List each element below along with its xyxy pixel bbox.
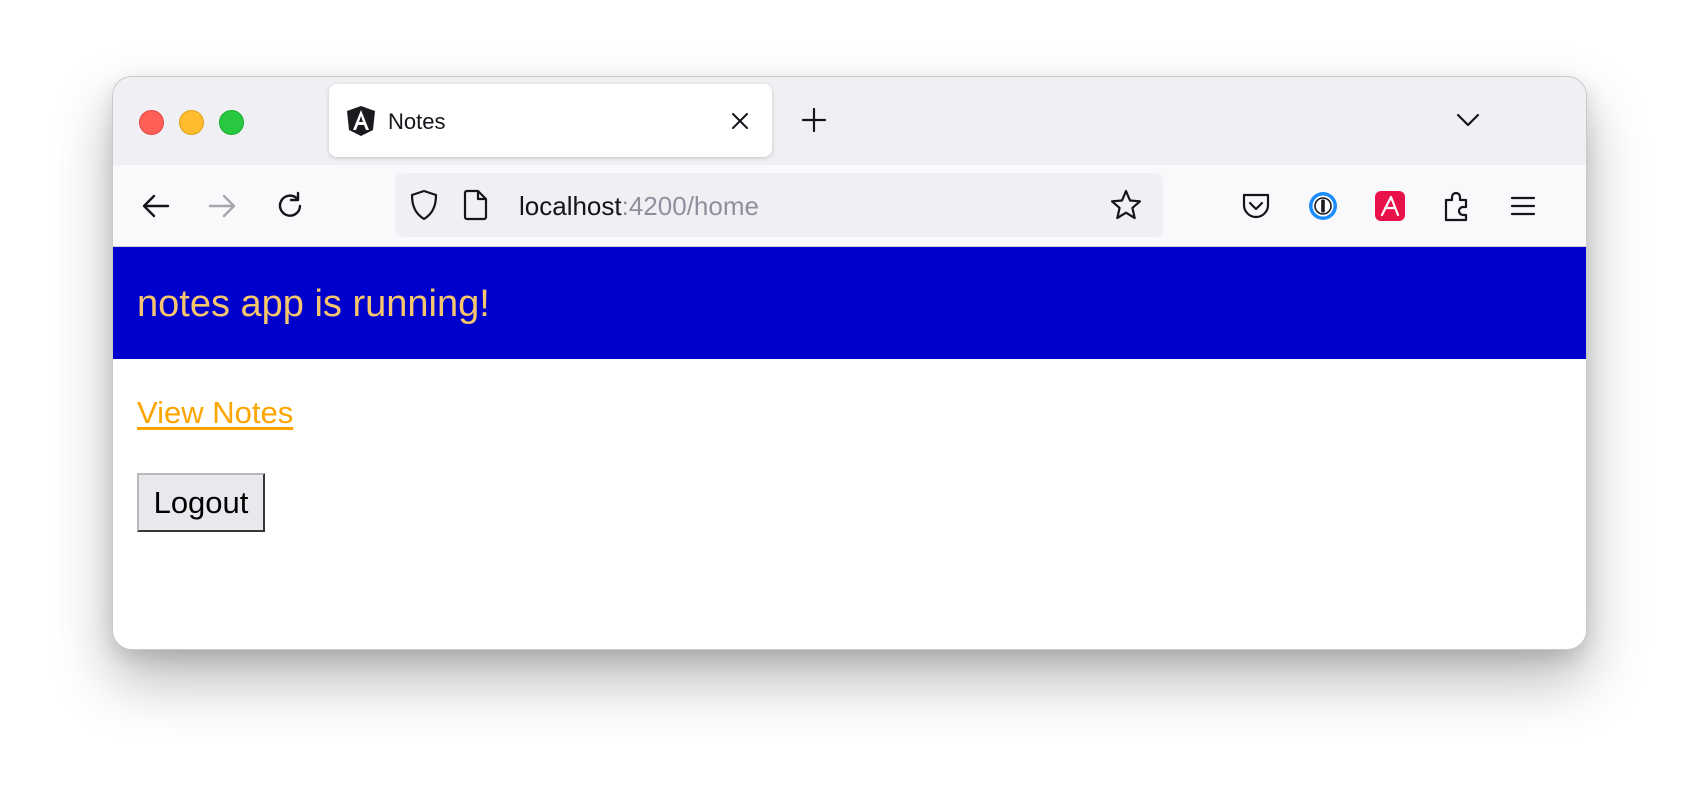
navigation-toolbar: localhost:4200/home [113,165,1586,247]
url-host: localhost [519,191,622,221]
forward-arrow-icon[interactable] [205,189,239,223]
reload-icon[interactable] [273,189,307,223]
shield-icon[interactable] [407,188,441,222]
maximize-window-button[interactable] [219,110,244,135]
app-header: notes app is running! [113,247,1586,359]
angular-logo-icon [347,106,375,136]
page-content: View Notes Logout [113,359,1586,649]
minimize-window-button[interactable] [179,110,204,135]
title-bar: Notes [113,77,1586,165]
new-tab-icon[interactable] [799,105,829,135]
pocket-icon[interactable] [1239,189,1273,223]
logout-button[interactable]: Logout [137,473,265,532]
browser-window: Notes localhost:4200/home notes app is r… [112,76,1587,650]
view-notes-link[interactable]: View Notes [137,395,293,431]
url-path: :4200/home [621,191,759,221]
chevron-down-icon[interactable] [1453,105,1483,135]
back-arrow-icon[interactable] [139,189,173,223]
close-window-button[interactable] [139,110,164,135]
url-bar[interactable]: localhost:4200/home [395,173,1163,237]
url-text[interactable]: localhost:4200/home [519,191,759,222]
close-tab-icon[interactable] [730,111,750,131]
red-extension-icon[interactable] [1373,189,1407,223]
star-icon[interactable] [1109,188,1143,222]
puzzle-piece-icon[interactable] [1440,189,1474,223]
page-icon [463,189,488,221]
tab-title: Notes [388,109,446,134]
hamburger-menu-icon[interactable] [1506,189,1540,223]
password-manager-icon[interactable] [1306,189,1340,223]
app-header-title: notes app is running! [137,283,490,325]
tab-notes[interactable]: Notes [329,84,772,157]
